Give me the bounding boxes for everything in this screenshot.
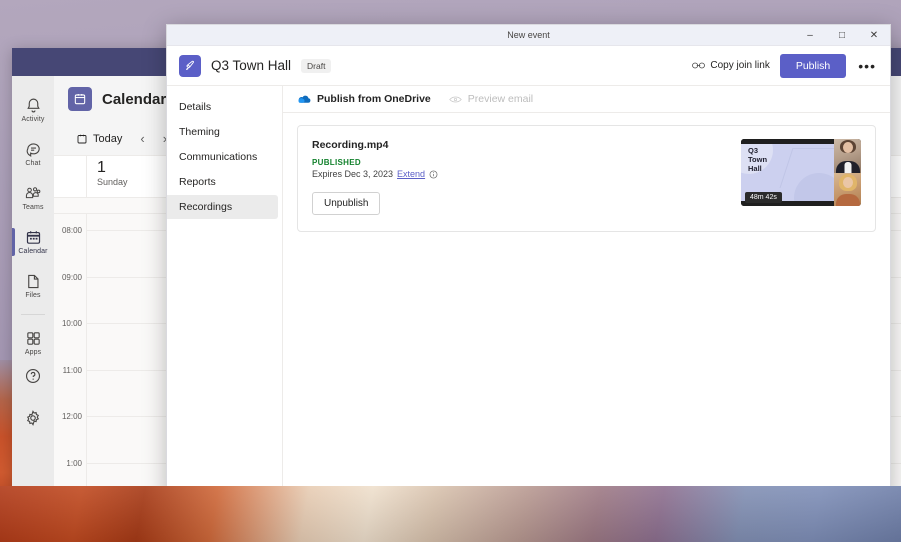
calendar-hour-gutter: 08:0009:0010:0011:0012:001:002:003:00 (54, 214, 86, 528)
participant-tile (834, 172, 861, 206)
link-icon (692, 60, 706, 71)
rail-item-files[interactable]: Files (12, 264, 54, 308)
help-circle-icon[interactable] (21, 364, 45, 388)
dialog-title: New event (507, 30, 550, 40)
participant-face (842, 176, 853, 188)
participant-tile (834, 139, 861, 173)
gear-icon[interactable] (21, 406, 45, 430)
nav-item-details[interactable]: Details (167, 95, 278, 119)
nav-item-recordings[interactable]: Recordings (167, 195, 278, 219)
prev-period-button[interactable]: ‹ (134, 129, 150, 148)
status-badge: Draft (301, 58, 332, 73)
copy-join-link-button[interactable]: Copy join link (692, 60, 770, 71)
publish-button[interactable]: Publish (779, 53, 847, 78)
hour-label: 12:00 (61, 412, 82, 421)
dialog-header: Q3 Town Hall Draft Copy join link Publis… (167, 46, 890, 86)
participant-shirt (844, 161, 851, 173)
rail-label-teams: Teams (22, 203, 44, 211)
apps-grid-icon (25, 330, 42, 347)
rail-label-calendar: Calendar (18, 247, 48, 255)
recording-expiry-row: Expires Dec 3, 2023 Extend (312, 169, 731, 179)
recording-status: PUBLISHED (312, 158, 361, 167)
rail-item-activity[interactable]: Activity (12, 88, 54, 132)
more-horizontal-icon[interactable]: ••• (856, 58, 878, 74)
recording-thumbnail[interactable]: Q3 Town Hall 48m 42s (741, 139, 861, 206)
rail-label-files: Files (25, 291, 41, 299)
nav-item-theming[interactable]: Theming (167, 120, 278, 144)
calendar-badge-icon (68, 87, 92, 111)
hour-label: 10:00 (61, 319, 82, 328)
content-tabs: Publish from OneDrive Preview email (283, 86, 890, 113)
participant-face (842, 142, 853, 153)
window-controls: – □ ✕ (794, 25, 890, 46)
tab-preview-label: Preview email (467, 93, 534, 105)
rail-label-apps: Apps (24, 348, 42, 356)
calendar-today-icon (76, 133, 88, 145)
rail-item-calendar[interactable]: Calendar (12, 220, 54, 264)
desktop-wallpaper (0, 486, 901, 542)
hour-label: 08:00 (61, 226, 82, 235)
nav-item-communications[interactable]: Communications (167, 145, 278, 169)
teams-app-rail: Activity Chat Teams Calendar Files Apps (12, 76, 54, 528)
dialog-side-nav: Details Theming Communications Reports R… (167, 86, 283, 498)
chat-icon (25, 141, 42, 158)
desktop: Activity Chat Teams Calendar Files Apps … (0, 0, 901, 542)
rail-label-activity: Activity (21, 115, 45, 123)
page-title: Calendar (102, 90, 167, 108)
copy-join-link-label: Copy join link (710, 60, 770, 71)
dialog-title-bar[interactable]: New event – □ ✕ (167, 25, 890, 46)
eye-icon (449, 95, 462, 104)
recording-file-name: Recording.mp4 (312, 139, 389, 151)
close-button[interactable]: ✕ (858, 25, 890, 46)
recording-card: Recording.mp4 PUBLISHED Expires Dec 3, 2… (297, 125, 876, 232)
thumbnail-stage: Q3 Town Hall 48m 42s (741, 139, 834, 206)
tab-publish-from-onedrive[interactable]: Publish from OneDrive (297, 93, 431, 105)
tab-preview-email: Preview email (449, 93, 533, 105)
bell-icon (25, 97, 42, 114)
rail-label-chat: Chat (25, 159, 41, 167)
calendar-icon (25, 229, 42, 246)
rail-item-chat[interactable]: Chat (12, 132, 54, 176)
participant-body (835, 194, 860, 206)
dialog-content: Publish from OneDrive Preview email Reco… (283, 86, 890, 498)
onedrive-cloud-icon (297, 94, 311, 104)
recordings-panel: Recording.mp4 PUBLISHED Expires Dec 3, 2… (283, 113, 890, 498)
event-title: Q3 Town Hall (211, 58, 292, 73)
hour-label: 1:00 (66, 458, 82, 468)
thumbnail-duration-badge: 48m 42s (745, 192, 782, 203)
rail-item-teams[interactable]: Teams (12, 176, 54, 220)
extend-link[interactable]: Extend (397, 169, 425, 179)
maximize-button[interactable]: □ (826, 25, 858, 46)
info-circle-icon[interactable] (429, 170, 438, 179)
today-button[interactable]: Today (70, 130, 128, 148)
rail-divider (21, 314, 45, 315)
teams-people-icon (24, 185, 42, 202)
thumbnail-overlay-title: Q3 Town Hall (748, 146, 768, 173)
thumbnail-decoration (779, 148, 834, 188)
nav-item-reports[interactable]: Reports (167, 170, 278, 194)
hour-label: 11:00 (62, 365, 82, 375)
today-label: Today (93, 132, 123, 145)
town-hall-megaphone-icon (179, 54, 201, 77)
thumbnail-participant-tiles (834, 139, 861, 206)
recording-expires-text: Expires Dec 3, 2023 (312, 169, 394, 179)
rail-item-apps[interactable]: Apps (12, 321, 54, 365)
day-column-separator (86, 214, 87, 528)
files-icon (25, 273, 41, 290)
calendar-gutter-header (54, 156, 86, 197)
minimize-button[interactable]: – (794, 25, 826, 46)
tab-publish-label: Publish from OneDrive (317, 93, 431, 105)
new-event-dialog: New event – □ ✕ Q3 Town Hall Draft Copy … (166, 24, 891, 499)
hour-label: 09:00 (61, 272, 82, 282)
unpublish-button[interactable]: Unpublish (312, 192, 381, 215)
